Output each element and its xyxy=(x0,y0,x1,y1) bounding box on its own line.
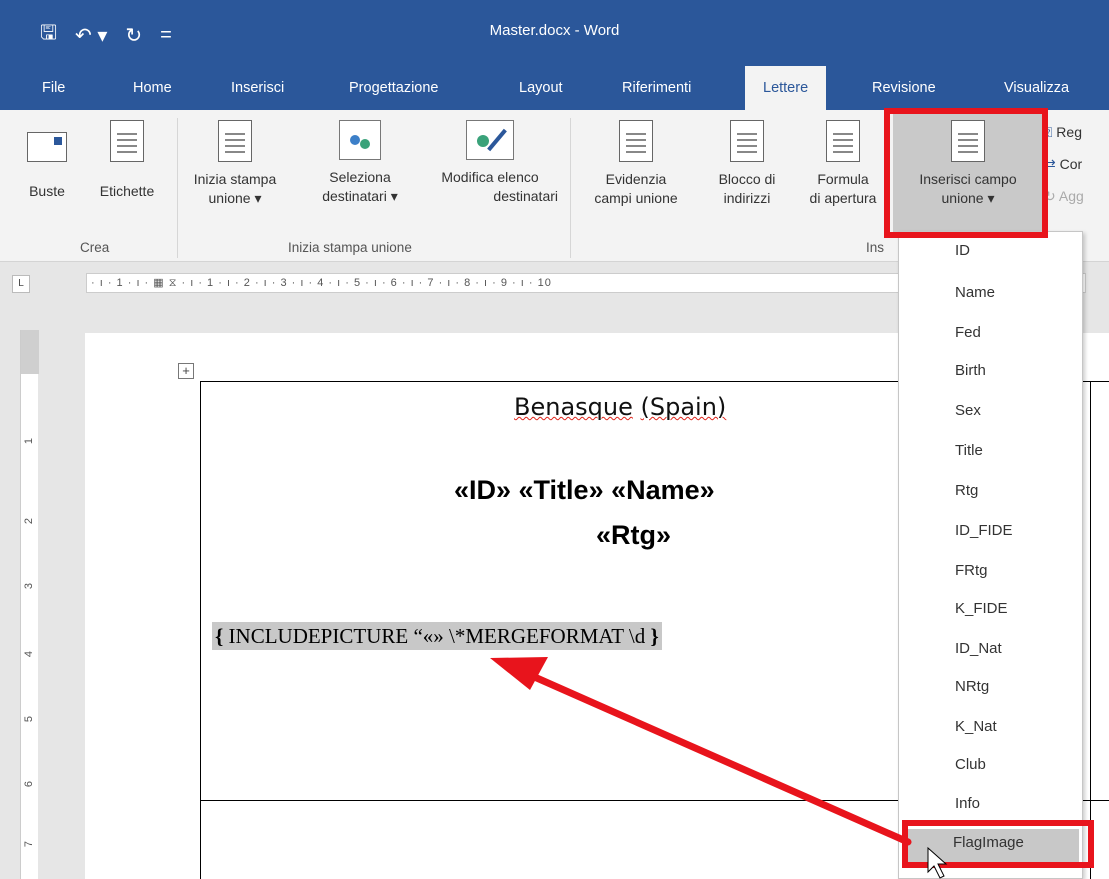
merge-fields-line-1[interactable]: «ID» «Title» «Name» xyxy=(454,475,715,506)
merge-field-item-k-fide[interactable]: K_FIDE xyxy=(955,600,1008,617)
merge-field-item-id-nat[interactable]: ID_Nat xyxy=(955,640,1002,657)
match-fields-icon: ⇄ xyxy=(1044,156,1060,172)
tab-riferimenti[interactable]: Riferimenti xyxy=(622,66,691,110)
tab-file[interactable]: File xyxy=(42,66,65,110)
edit-recipients-icon xyxy=(466,120,514,160)
update-labels-icon: ↻ xyxy=(1044,188,1059,204)
inserisci-campo-unione-button[interactable]: Inserisci campo unione ▾ xyxy=(893,110,1043,232)
vruler-tick: 7 xyxy=(23,840,36,848)
group-crea-label: Crea xyxy=(80,240,110,255)
tab-home[interactable]: Home xyxy=(133,66,172,110)
recipients-icon xyxy=(339,120,381,160)
group-separator xyxy=(177,118,178,258)
corrispondenza-campi-button[interactable]: ⇄ Cor xyxy=(1044,156,1082,173)
vruler-tick: 3 xyxy=(23,582,36,590)
aggiorna-etichette-button[interactable]: ↻ Agg xyxy=(1044,188,1084,205)
venue-heading[interactable]: Benasque (Spain) xyxy=(514,393,726,421)
field-open-brace: { xyxy=(215,624,224,648)
group-inizia-label: Inizia stampa unione xyxy=(288,240,412,255)
window-title: Master.docx - Word xyxy=(489,22,620,39)
merge-field-item-frtg[interactable]: FRtg xyxy=(955,562,988,579)
venue-country: (Spain) xyxy=(640,393,727,421)
merge-field-item-k-nat[interactable]: K_Nat xyxy=(955,718,997,735)
etichette-button[interactable]: Etichette xyxy=(87,120,167,201)
includepicture-field-code[interactable]: { INCLUDEPICTURE “«» \*MERGEFORMAT \d } xyxy=(212,622,662,650)
merge-field-item-name[interactable]: Name xyxy=(955,284,995,301)
merge-field-item-rtg[interactable]: Rtg xyxy=(955,482,978,499)
greeting-line-icon xyxy=(826,120,860,162)
tab-selector[interactable]: L xyxy=(12,275,30,293)
table-border xyxy=(1090,381,1091,879)
vruler-tick: 4 xyxy=(23,650,36,658)
field-code-text: INCLUDEPICTURE “«» \*MERGEFORMAT \d xyxy=(228,624,646,648)
merge-field-item-id[interactable]: ID xyxy=(955,242,970,259)
vruler-tick: 1 xyxy=(23,437,36,445)
table-move-handle-icon[interactable]: + xyxy=(178,363,194,379)
merge-field-item-flagimage[interactable]: FlagImage xyxy=(953,834,1024,851)
ribbon-tabs: File Home Inserisci Progettazione Layout… xyxy=(0,66,1109,110)
formula-apertura-button[interactable]: Formula di apertura xyxy=(798,120,888,208)
merge-fields-line-2[interactable]: «Rtg» xyxy=(596,520,671,551)
seleziona-destinatari-button[interactable]: Seleziona destinatari ▾ xyxy=(312,120,408,206)
vruler-tick: 6 xyxy=(23,780,36,788)
group-separator xyxy=(570,118,571,258)
vruler-tick: 5 xyxy=(23,715,36,723)
merge-field-item-fed[interactable]: Fed xyxy=(955,324,981,341)
rules-icon: ⍰ xyxy=(1044,124,1057,140)
labels-icon xyxy=(110,120,144,162)
group-inserisci-label: Ins xyxy=(866,240,885,255)
regole-button[interactable]: ⍰ Reg xyxy=(1044,124,1082,141)
address-block-icon xyxy=(730,120,764,162)
insert-merge-field-icon xyxy=(951,120,985,162)
tab-progettazione[interactable]: Progettazione xyxy=(349,66,438,110)
inizia-stampa-unione-button[interactable]: Inizia stampa unione ▾ xyxy=(186,120,284,208)
merge-field-item-club[interactable]: Club xyxy=(955,756,986,773)
vertical-ruler-margin xyxy=(21,330,39,374)
tab-visualizza[interactable]: Visualizza xyxy=(1004,66,1069,110)
modifica-elenco-button[interactable]: Modifica elenco destinatari xyxy=(418,120,562,206)
vruler-tick: 2 xyxy=(23,517,36,525)
title-bar: 🖫 ↶ ▾ ↻ = Master.docx - Word xyxy=(0,0,1109,66)
buste-button[interactable]: Buste xyxy=(22,120,72,201)
tab-revisione[interactable]: Revisione xyxy=(872,66,936,110)
evidenzia-campi-button[interactable]: Evidenzia campi unione xyxy=(582,120,690,208)
field-close-brace: } xyxy=(650,624,659,648)
merge-field-item-info[interactable]: Info xyxy=(955,795,980,812)
blocco-indirizzi-button[interactable]: Blocco di indirizzi xyxy=(702,120,792,208)
highlight-fields-icon xyxy=(619,120,653,162)
merge-field-item-sex[interactable]: Sex xyxy=(955,402,981,419)
tab-lettere[interactable]: Lettere xyxy=(745,66,827,110)
tab-layout[interactable]: Layout xyxy=(519,66,563,110)
tab-inserisci[interactable]: Inserisci xyxy=(231,66,284,110)
envelope-icon xyxy=(27,132,67,162)
venue-name: Benasque xyxy=(514,393,633,421)
merge-field-item-title[interactable]: Title xyxy=(955,442,983,459)
table-border xyxy=(200,801,201,879)
merge-field-item-nrtg[interactable]: NRtg xyxy=(955,678,989,695)
vertical-ruler[interactable]: 1 2 3 4 5 6 7 xyxy=(20,330,39,879)
merge-field-dropdown: ID Name Fed Birth Sex Title Rtg ID_FIDE FRtg K_FI… xyxy=(898,231,1083,879)
start-merge-icon xyxy=(218,120,252,162)
merge-field-item-id-fide[interactable]: ID_FIDE xyxy=(955,522,1013,539)
merge-field-item-birth[interactable]: Birth xyxy=(955,362,986,379)
